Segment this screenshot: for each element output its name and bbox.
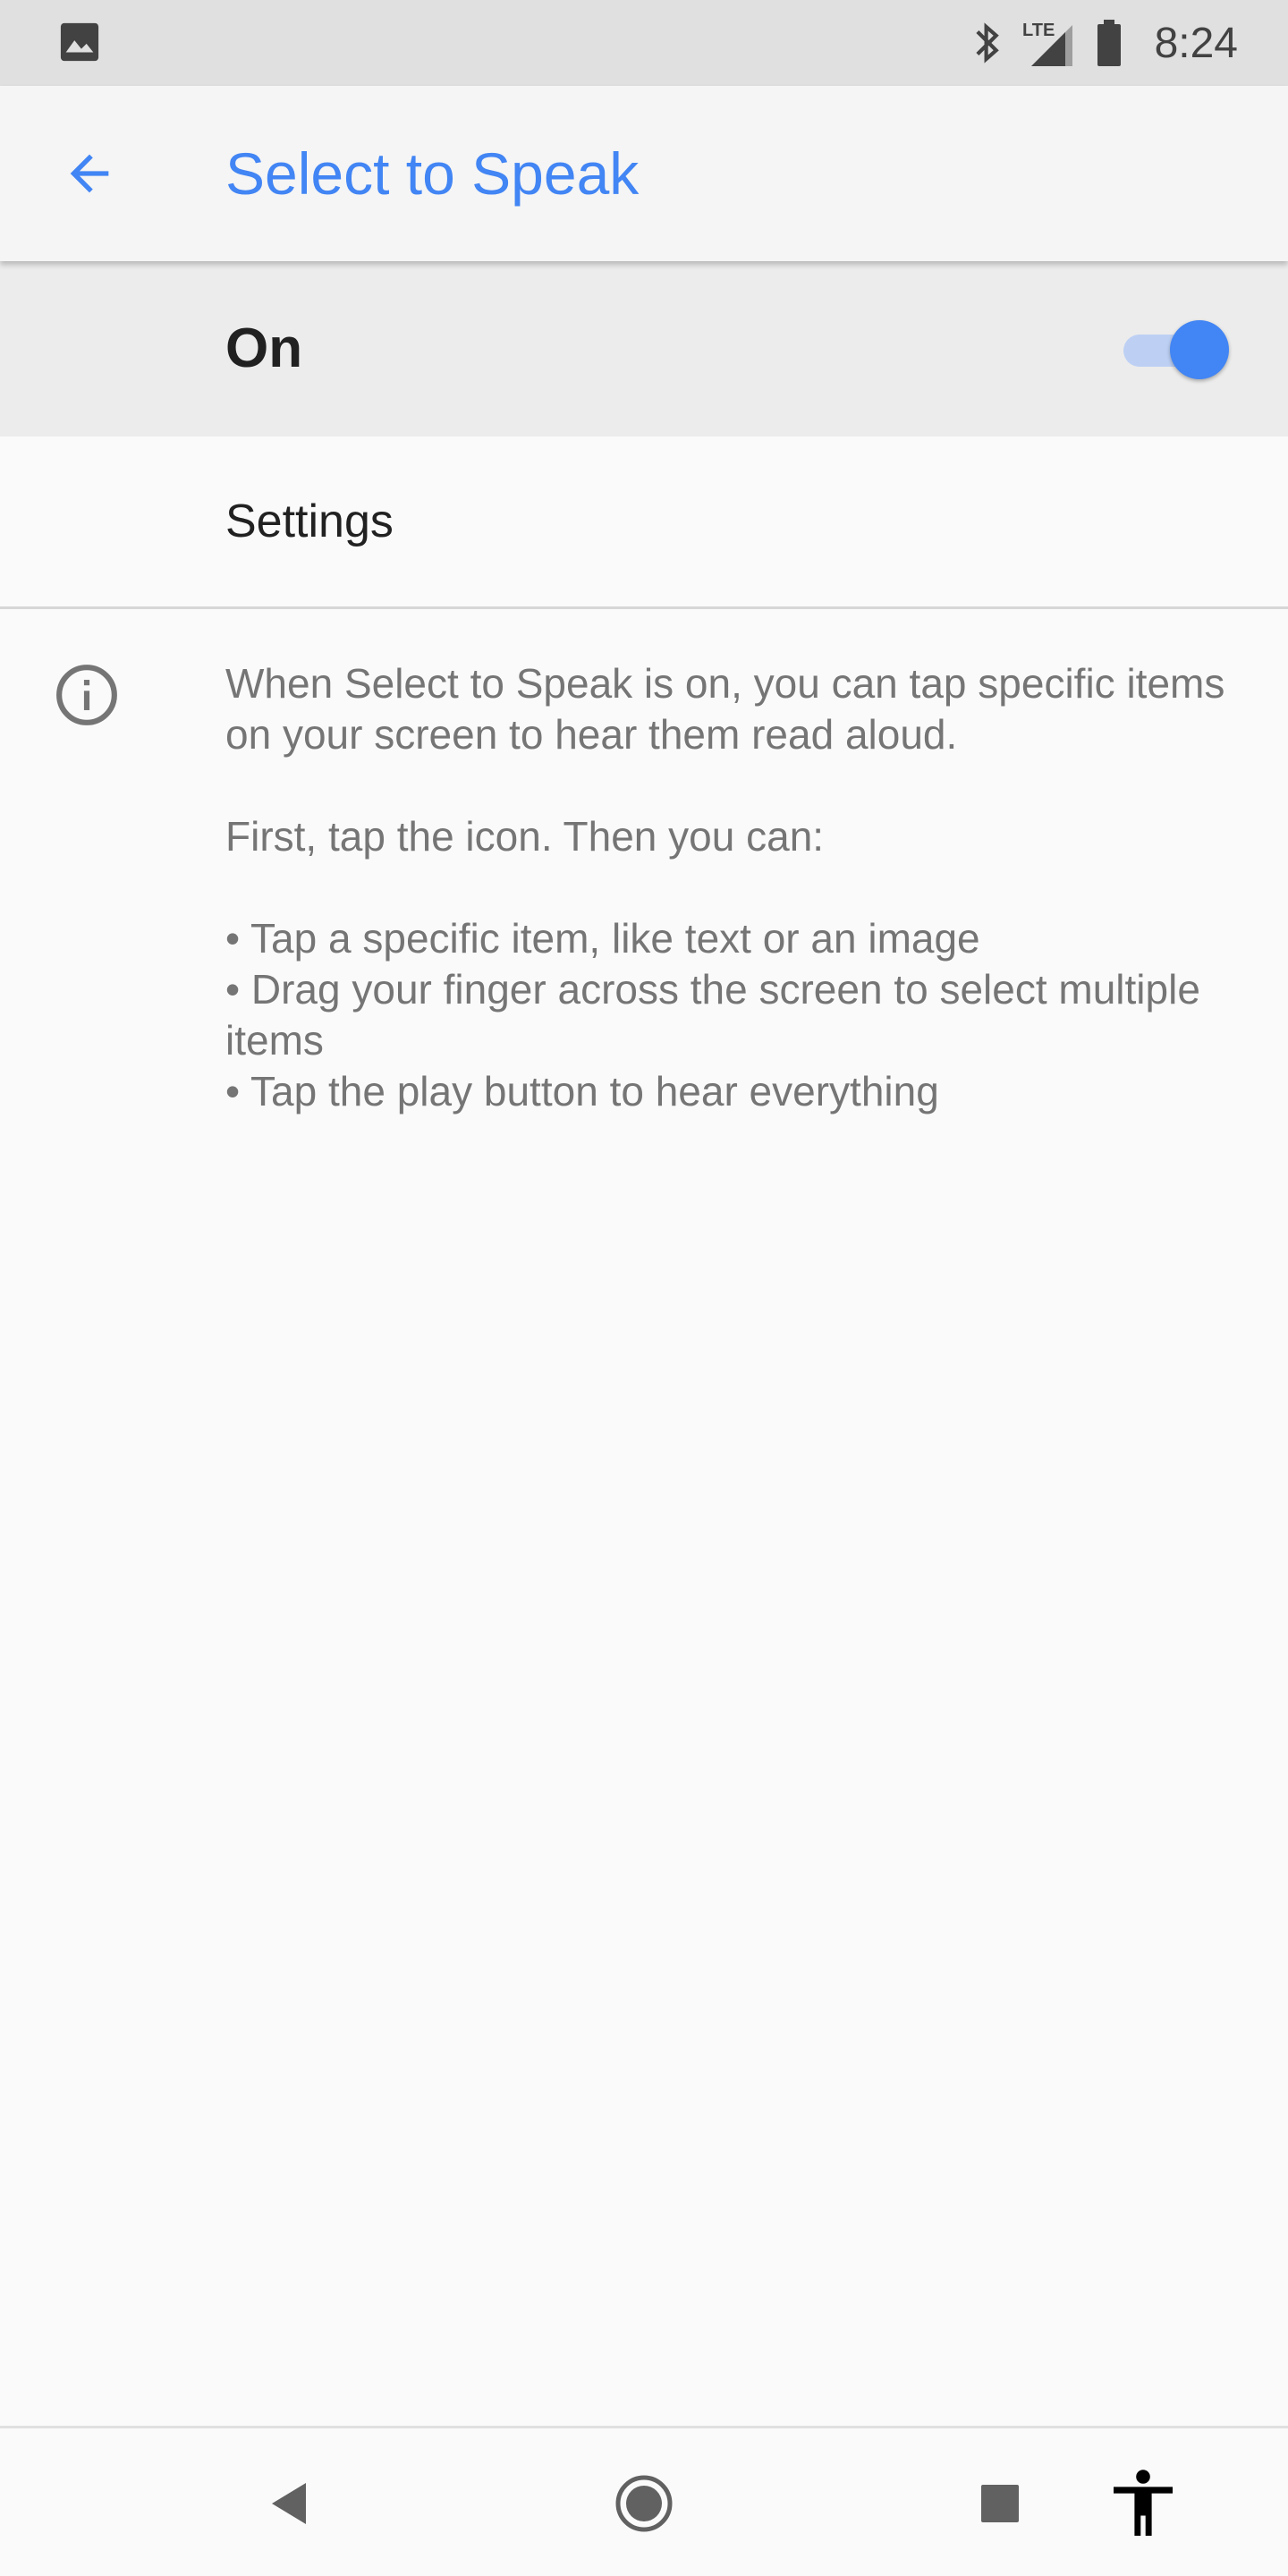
- info-description: When Select to Speak is on, you can tap …: [225, 658, 1236, 1117]
- nav-recents-button[interactable]: [946, 2428, 1054, 2576]
- info-bullet: • Tap the play button to hear everything: [225, 1068, 939, 1114]
- home-circle-icon: [615, 2475, 673, 2532]
- arrow-back-icon: [70, 154, 109, 193]
- battery-icon: [1097, 20, 1121, 66]
- nav-back-button[interactable]: [234, 2428, 342, 2576]
- accessibility-icon: [1114, 2470, 1173, 2536]
- info-icon: [56, 665, 117, 725]
- settings-label: Settings: [225, 496, 394, 547]
- nav-accessibility-button[interactable]: [1089, 2428, 1197, 2576]
- app-bar: Select to Speak: [0, 86, 1288, 261]
- info-bullet: • Drag your finger across the screen to …: [225, 966, 1200, 1063]
- back-triangle-icon: [272, 2483, 306, 2524]
- master-switch-label: On: [225, 318, 303, 379]
- status-icons: LTE 8:24: [972, 0, 1238, 86]
- status-bar: LTE 8:24: [0, 0, 1288, 86]
- lte-signal-icon: LTE: [1022, 21, 1072, 66]
- master-toggle-switch[interactable]: [1122, 320, 1229, 379]
- gallery-notification-icon: [60, 22, 99, 62]
- nav-home-button[interactable]: [590, 2428, 698, 2576]
- back-button[interactable]: [45, 129, 134, 218]
- screen: LTE 8:24 Select to Speak On Settings Whe…: [0, 0, 1288, 2576]
- page-title: Select to Speak: [225, 140, 640, 207]
- info-paragraph-1: When Select to Speak is on, you can tap …: [225, 660, 1225, 758]
- info-bullet: • Tap a specific item, like text or an i…: [225, 915, 980, 962]
- navigation-bar: [0, 2426, 1288, 2576]
- recents-square-icon: [981, 2485, 1019, 2522]
- info-paragraph-2: First, tap the icon. Then you can:: [225, 813, 825, 860]
- master-switch-row[interactable]: On: [0, 261, 1288, 436]
- clock-time: 8:24: [1154, 19, 1238, 67]
- bluetooth-icon: [975, 22, 999, 64]
- settings-item[interactable]: Settings: [0, 436, 1288, 609]
- toggle-thumb: [1170, 320, 1229, 379]
- lte-label: LTE: [1022, 21, 1055, 40]
